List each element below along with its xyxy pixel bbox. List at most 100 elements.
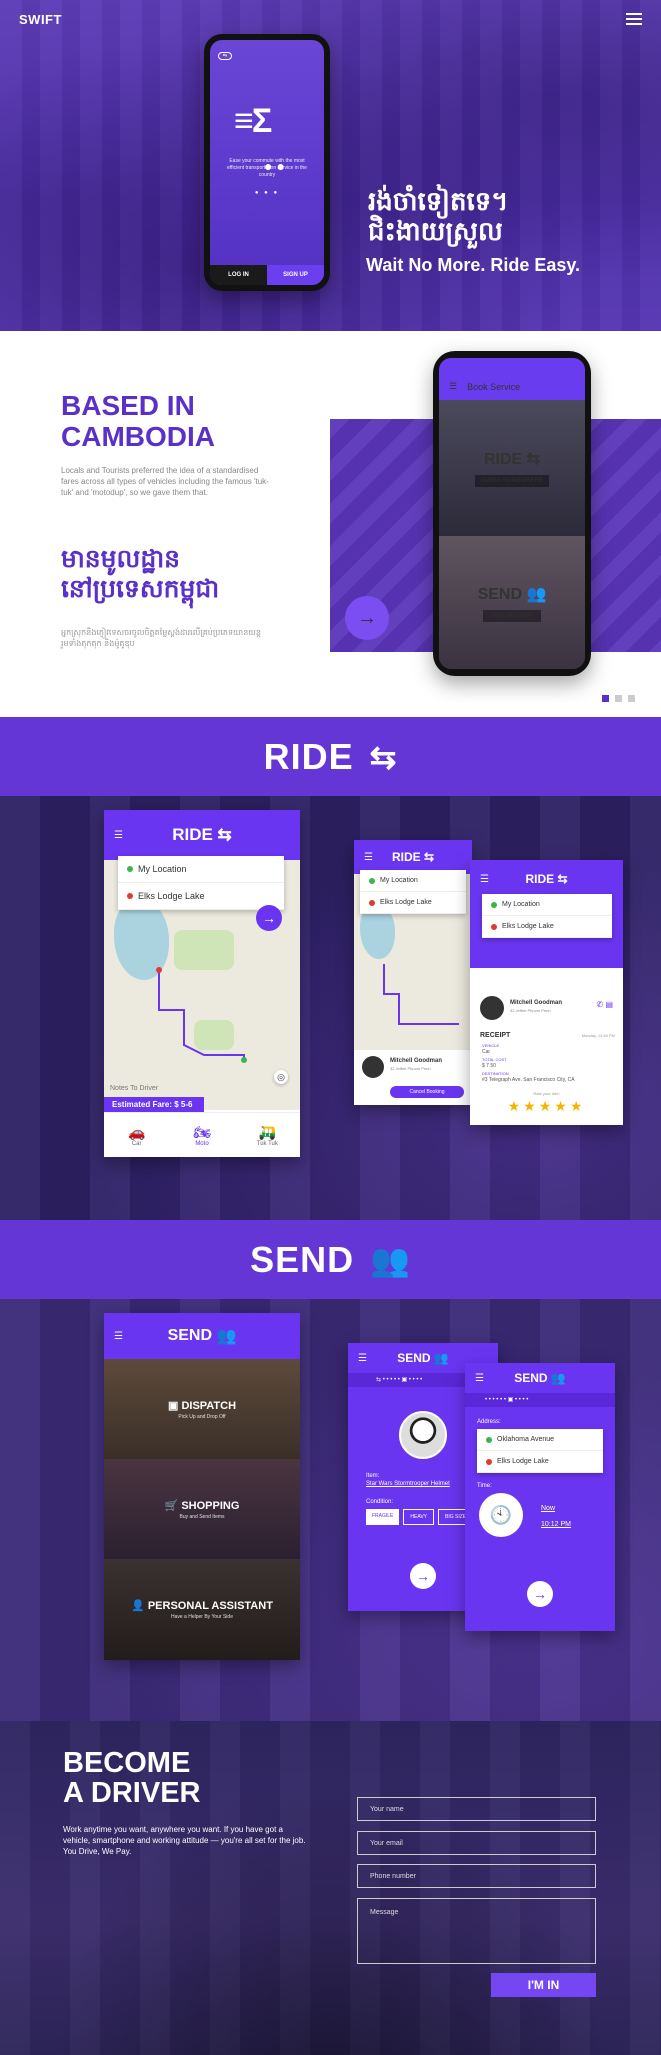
message-field[interactable]: Message (357, 1898, 596, 1964)
address2-value: Elks Lodge Lake (497, 1458, 549, 1465)
location-box: My Location Elks Lodge Lake (118, 856, 284, 910)
next-arrow-button[interactable]: → (345, 596, 389, 640)
total-value: $ 7.50 (482, 1063, 496, 1069)
email-field[interactable]: Your email (357, 1831, 596, 1855)
mode-moto-label: Moto (195, 1140, 209, 1147)
notes-to-driver[interactable]: Notes To Driver (110, 1085, 158, 1092)
send-card-title: SEND (397, 1351, 431, 1365)
about-khmer-line2: នៅប្រទេសកម្ពុជា (61, 574, 220, 603)
menu-icon[interactable]: ☰ (449, 381, 457, 392)
avatar (362, 1056, 384, 1078)
condition-heavy[interactable]: HEAVY (403, 1509, 434, 1525)
box-icon: ▣ (167, 1399, 179, 1412)
hero-background (0, 0, 661, 331)
ride-tile[interactable]: RIDE ⇆ GOING SOMEWHERE (439, 400, 585, 536)
menu-icon[interactable]: ☰ (358, 1353, 367, 1364)
about-section: BASED IN CAMBODIA Locals and Tourists pr… (0, 331, 661, 717)
submit-button[interactable]: I'M IN (491, 1973, 596, 1997)
pickup-label: My Location (380, 877, 418, 884)
about-title-line2: CAMBODIA (61, 421, 215, 452)
driver-title-line2: A DRIVER (63, 1777, 201, 1809)
pickup-field[interactable]: My Location (118, 856, 284, 883)
clock-icon[interactable]: 🕙 (479, 1493, 523, 1537)
pickup-label: My Location (502, 901, 540, 908)
login-button[interactable]: LOG IN (210, 265, 267, 285)
ride-showcase: ☰ RIDE ⇆ My Location Elks Lodge Lake → ◎… (0, 796, 661, 1220)
menu-icon[interactable]: ☰ (480, 874, 489, 885)
hamburger-menu-icon[interactable] (626, 13, 642, 25)
estimated-fare: Estimated Fare: $ 5-6 (104, 1097, 204, 1112)
menu-icon[interactable]: ☰ (114, 1331, 123, 1342)
red-dot-icon (127, 893, 133, 899)
vehicle-value: Car (482, 1049, 491, 1055)
driver-name: Mitchell Goodman (390, 1058, 443, 1064)
shopping-tile[interactable]: 🛒 SHOPPING Buy and Send Items (104, 1459, 300, 1559)
users-icon: 👥 (370, 1241, 411, 1278)
send-tile[interactable]: SEND 👥 ITEM DELIVERY (439, 536, 585, 669)
brand-logo[interactable]: SWIFT (19, 12, 62, 27)
hero-phone-mockup: ⇆ ≡Σ ●● Ease your commute with the most e… (204, 34, 330, 291)
menu-icon[interactable]: ☰ (364, 852, 373, 863)
destination-label-small: DESTINATION (482, 1071, 509, 1076)
mode-car[interactable]: 🚗 Car (104, 1113, 169, 1157)
shopping-sub: Buy and Send Items (179, 1513, 225, 1520)
address1-value: Oklahoma Avenue (497, 1436, 555, 1443)
locate-me-icon[interactable]: ◎ (274, 1070, 288, 1084)
next-arrow-button[interactable]: → (527, 1581, 553, 1607)
total-label: TOTAL COST (482, 1057, 507, 1062)
receipt-date: Monday, 12:45 PM (581, 1033, 615, 1038)
mode-moto[interactable]: 🏍 Moto (169, 1113, 234, 1157)
ride-card-title: RIDE (391, 850, 421, 864)
driver-text: Work anytime you want, anywhere you want… (63, 1825, 306, 1856)
mode-tuktuk-label: Tuk Tuk (256, 1140, 278, 1147)
cancel-booking-button[interactable]: Cancel Booking (390, 1086, 464, 1098)
name-field[interactable]: Your name (357, 1797, 596, 1821)
condition-label: Condition: (366, 1499, 394, 1505)
ride-tile-label: RIDE (483, 451, 523, 468)
send-services-card: ☰ SEND 👥 ▣ DISPATCH Pick Up and Drop Off… (104, 1313, 300, 1660)
go-arrow-button[interactable]: → (256, 905, 282, 931)
menu-icon[interactable]: ☰ (475, 1373, 484, 1384)
send-banner-title: SEND (250, 1238, 355, 1280)
ride-card-header: ☰ RIDE ⇆ (104, 810, 300, 860)
swap-arrows-icon: ⇆ (369, 738, 398, 775)
arrow-right-icon: → (357, 606, 377, 629)
cart-icon: 🛒 (164, 1499, 179, 1512)
time-label: Time: (477, 1483, 492, 1489)
next-arrow-button[interactable]: → (410, 1563, 436, 1589)
phone-field[interactable]: Phone number (357, 1864, 596, 1888)
mode-tuktuk[interactable]: 🛺 Tuk Tuk (235, 1113, 300, 1157)
assistant-tile[interactable]: 👤 PERSONAL ASSISTANT Have a Helper By Yo… (104, 1559, 300, 1660)
assistant-sub: Have a Helper By Your Side (171, 1614, 233, 1620)
time-value[interactable]: 10:12 PM (541, 1521, 571, 1528)
destination-label: Elks Lodge Lake (138, 891, 205, 901)
item-photo (399, 1411, 447, 1459)
time-now[interactable]: Now (541, 1505, 555, 1512)
chat-icon[interactable]: ▤ (605, 1000, 613, 1009)
destination-field[interactable]: Elks Lodge Lake (118, 883, 284, 910)
about-khmer-title: មានមូលដ្ឋាន នៅប្រទេសកម្ពុជា (61, 544, 219, 604)
ride-card-title: RIDE (525, 872, 555, 886)
item-value[interactable]: Star Wars Stormtrooper Helmet (366, 1481, 450, 1487)
condition-fragile[interactable]: FRAGILE (366, 1509, 400, 1525)
dispatch-tile[interactable]: ▣ DISPATCH Pick Up and Drop Off (104, 1359, 300, 1459)
phone-icon[interactable]: ✆ (597, 1000, 604, 1009)
about-khmer-line1: មានមូលដ្ឋាន (61, 544, 181, 573)
item-label: Item: (366, 1473, 380, 1479)
hero-khmer-line1: រង់ចាំទៀតទេ។ (368, 187, 509, 217)
pickup-label: My Location (138, 864, 187, 874)
driver-sub: 32 Jeffrie Phnom Penh (510, 1008, 551, 1013)
dispatch-label: DISPATCH (181, 1399, 237, 1412)
pager-dot[interactable] (615, 695, 622, 702)
menu-icon[interactable]: ☰ (114, 830, 123, 841)
language-toggle-icon[interactable]: ⇆ (218, 52, 232, 60)
rating-stars[interactable]: ★★★★★ (470, 1098, 623, 1115)
pager-dot[interactable] (602, 695, 609, 702)
pager-dot[interactable] (628, 695, 635, 702)
signup-button[interactable]: SIGN UP (267, 265, 324, 285)
phone-screen: ⇆ ≡Σ ●● Ease your commute with the most e… (210, 40, 324, 285)
send-banner: SEND 👥 (0, 1220, 661, 1299)
swap-arrows-icon: ⇆ (526, 451, 541, 468)
send-tile-label: SEND (477, 585, 523, 603)
driver-sub: 32 Jeffrie Phnom Penh (390, 1066, 431, 1071)
